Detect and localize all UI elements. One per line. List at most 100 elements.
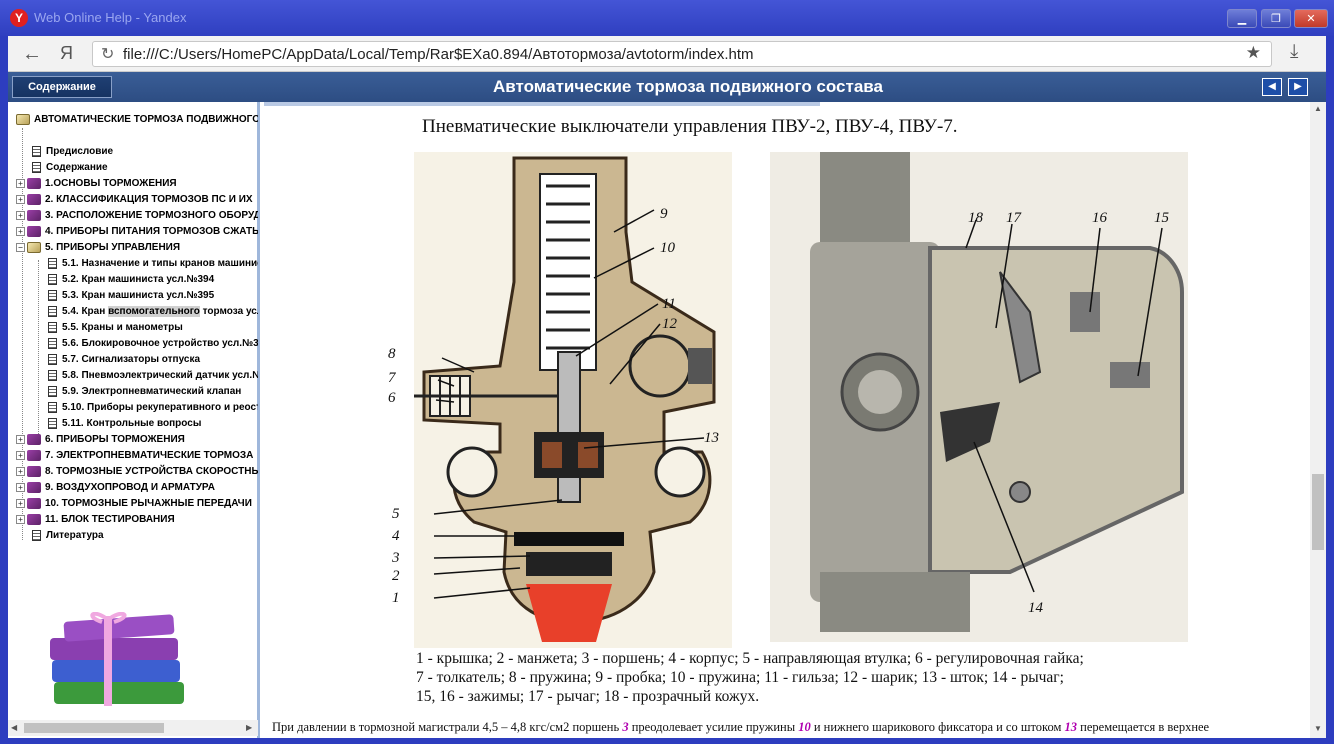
minimize-button[interactable]: ▁	[1227, 9, 1257, 28]
tree-item[interactable]: 5.3. Кран машиниста усл.№395	[48, 288, 214, 304]
toc-pane: АВТОМАТИЧЕСКИЕ ТОРМОЗА ПОДВИЖНОГО СОСТАВ…	[8, 102, 260, 738]
tree-item-label: 7. ЭЛЕКТРОПНЕВМАТИЧЕСКИЕ ТОРМОЗА	[45, 450, 254, 461]
tree-item[interactable]: +11. БЛОК ТЕСТИРОВАНИЯ	[16, 512, 175, 528]
tree-item-label: 3. РАСПОЛОЖЕНИЕ ТОРМОЗНОГО ОБОРУДОВАНИЯ	[45, 210, 258, 221]
tree-item[interactable]: 5.5. Краны и манометры	[48, 320, 183, 336]
body-paragraph: При давлении в тормозной магистрали 4,5 …	[272, 720, 1310, 735]
tree-item[interactable]: 5.6. Блокировочное устройство усл.№367	[48, 336, 258, 352]
tree-item[interactable]: 5.1. Назначение и типы кранов машиниста	[48, 256, 258, 272]
figure-title: Пневматические выключатели управления ПВ…	[422, 116, 958, 137]
tree-item[interactable]: +3. РАСПОЛОЖЕНИЕ ТОРМОЗНОГО ОБОРУДОВАНИЯ	[16, 208, 258, 224]
tree-item-label: 8. ТОРМОЗНЫЕ УСТРОЙСТВА СКОРОСТНЫХ	[45, 466, 258, 477]
tree-item[interactable]: Содержание	[32, 160, 108, 176]
tree-item-label: 1.ОСНОВЫ ТОРМОЖЕНИЯ	[45, 178, 177, 189]
page-icon	[48, 273, 57, 285]
body-text-fragment: преодолевает усилие пружины	[628, 720, 799, 734]
tree-item[interactable]: 5.7. Сигнализаторы отпуска	[48, 352, 200, 368]
callout-label: 14	[1028, 600, 1044, 616]
close-button[interactable]: ✕	[1294, 9, 1328, 28]
open-book-icon	[16, 113, 30, 125]
address-bar[interactable]: ↻ file:///C:/Users/HomePC/AppData/Local/…	[92, 41, 1272, 67]
tree-item[interactable]: +10. ТОРМОЗНЫЕ РЫЧАЖНЫЕ ПЕРЕДАЧИ	[16, 496, 252, 512]
scroll-thumb[interactable]	[24, 723, 164, 733]
tree-item[interactable]: − 5. ПРИБОРЫ УПРАВЛЕНИЯ	[16, 240, 180, 256]
url-text[interactable]: file:///C:/Users/HomePC/AppData/Local/Te…	[123, 46, 754, 63]
open-book-icon	[27, 241, 41, 253]
expand-icon[interactable]: +	[16, 434, 25, 444]
body-text-fragment: перемещается в верхнее	[1077, 720, 1210, 734]
book-icon	[27, 513, 41, 525]
callout-label: 13	[704, 430, 719, 446]
tree-item[interactable]: +9. ВОЗДУХОПРОВОД И АРМАТУРА	[16, 480, 215, 496]
toc-horizontal-scrollbar[interactable]: ◀ ▶	[8, 720, 258, 736]
tree-item-label: Литература	[46, 530, 104, 541]
maximize-button[interactable]: ❐	[1261, 9, 1291, 28]
collapse-icon[interactable]: −	[16, 242, 25, 252]
expand-icon[interactable]: +	[16, 466, 25, 476]
reload-icon[interactable]: ↻	[101, 44, 114, 64]
tree-item-label-tail: тормоза усл.№254	[202, 306, 258, 317]
tree-item[interactable]: +1.ОСНОВЫ ТОРМОЖЕНИЯ	[16, 176, 177, 192]
tree-item[interactable]: +2. КЛАССИФИКАЦИЯ ТОРМОЗОВ ПС И ИХ	[16, 192, 253, 208]
expand-icon[interactable]: +	[16, 226, 25, 236]
tree-item[interactable]: 5.9. Электропневматический клапан	[48, 384, 241, 400]
legend-line: 1 - крышка; 2 - манжета; 3 - поршень; 4 …	[416, 650, 1084, 667]
callout-label: 5	[392, 506, 400, 522]
help-header: Содержание Автоматические тормоза подвиж…	[8, 72, 1326, 102]
page-title: Автоматические тормоза подвижного состав…	[493, 77, 883, 96]
tree-item[interactable]: 5.8. Пневмоэлектрический датчик усл.№418	[48, 368, 258, 384]
expand-icon[interactable]: +	[16, 482, 25, 492]
tree-item[interactable]: +4. ПРИБОРЫ ПИТАНИЯ ТОРМОЗОВ СЖАТЫМ	[16, 224, 258, 240]
browser-toolbar: ← Я ↻ file:///C:/Users/HomePC/AppData/Lo…	[8, 36, 1326, 72]
back-arrow-icon[interactable]: ←	[22, 43, 42, 66]
tree-item-label: 5.10. Приборы рекуперативного и реостатн…	[62, 402, 258, 413]
tree-item[interactable]: +7. ЭЛЕКТРОПНЕВМАТИЧЕСКИЕ ТОРМОЗА	[16, 448, 253, 464]
window-title: Web Online Help - Yandex	[34, 10, 187, 25]
bookmark-star-icon[interactable]: ★	[1246, 43, 1261, 63]
yandex-home-button[interactable]: Я	[60, 43, 73, 64]
tree-item[interactable]: 5.10. Приборы рекуперативного и реостатн…	[48, 400, 258, 416]
callout-label: 16	[1092, 210, 1108, 226]
tree-item[interactable]: 5.11. Контрольные вопросы	[48, 416, 201, 432]
tree-item-label: Содержание	[46, 162, 108, 173]
expand-icon[interactable]: +	[16, 450, 25, 460]
tree-item-label: 5.5. Краны и манометры	[62, 322, 183, 333]
page-icon	[32, 161, 41, 173]
book-icon	[27, 193, 41, 205]
tree-item-label: 6. ПРИБОРЫ ТОРМОЖЕНИЯ	[45, 434, 185, 445]
content-vertical-scrollbar[interactable]: ▲ ▼	[1310, 102, 1326, 738]
expand-icon[interactable]: +	[16, 498, 25, 508]
part-number: 13	[1064, 720, 1078, 734]
book-icon	[27, 481, 41, 493]
title-bar: Y Web Online Help - Yandex ▁ ❐ ✕	[0, 0, 1334, 36]
legend-line: 7 - толкатель; 8 - пружина; 9 - пробка; …	[416, 669, 1064, 686]
page-icon	[48, 417, 57, 429]
expand-icon[interactable]: +	[16, 178, 25, 188]
tree-item-selected[interactable]: 5.4. Кран вспомогательного тормоза усл.№…	[48, 304, 258, 320]
next-page-button[interactable]: ▶	[1288, 78, 1308, 96]
expand-icon[interactable]: +	[16, 514, 25, 524]
tree-item[interactable]: 5.2. Кран машиниста усл.№394	[48, 272, 214, 288]
tree-item-label: 4. ПРИБОРЫ ПИТАНИЯ ТОРМОЗОВ СЖАТЫМ	[45, 226, 258, 237]
tree-item[interactable]: Предисловие	[32, 144, 113, 160]
toc-button[interactable]: Содержание	[12, 76, 112, 98]
callout-label: 3	[391, 550, 400, 566]
tree-item-label: 5.11. Контрольные вопросы	[62, 418, 202, 429]
scroll-thumb[interactable]	[1312, 474, 1324, 550]
tree-item-label: 5.8. Пневмоэлектрический датчик усл.№418	[62, 370, 258, 381]
tree-item-label: 2. КЛАССИФИКАЦИЯ ТОРМОЗОВ ПС И ИХ	[45, 194, 253, 205]
tree-item[interactable]: +8. ТОРМОЗНЫЕ УСТРОЙСТВА СКОРОСТНЫХ	[16, 464, 258, 480]
tree-item[interactable]: Литература	[32, 528, 104, 544]
tree-item-label: 10. ТОРМОЗНЫЕ РЫЧАЖНЫЕ ПЕРЕДАЧИ	[45, 498, 252, 509]
prev-page-button[interactable]: ◀	[1262, 78, 1282, 96]
callout-label: 15	[1154, 210, 1170, 226]
page-icon	[48, 385, 57, 397]
tree-root[interactable]: АВТОМАТИЧЕСКИЕ ТОРМОЗА ПОДВИЖНОГО СОСТАВ…	[16, 112, 258, 128]
expand-icon[interactable]: +	[16, 210, 25, 220]
download-icon[interactable]: ⤓	[1290, 41, 1298, 63]
page-icon	[48, 289, 57, 301]
expand-icon[interactable]: +	[16, 194, 25, 204]
tree-item[interactable]: +6. ПРИБОРЫ ТОРМОЖЕНИЯ	[16, 432, 185, 448]
pvu-exterior-diagram: 18 17 16 15 14	[770, 152, 1188, 642]
book-icon	[27, 225, 41, 237]
